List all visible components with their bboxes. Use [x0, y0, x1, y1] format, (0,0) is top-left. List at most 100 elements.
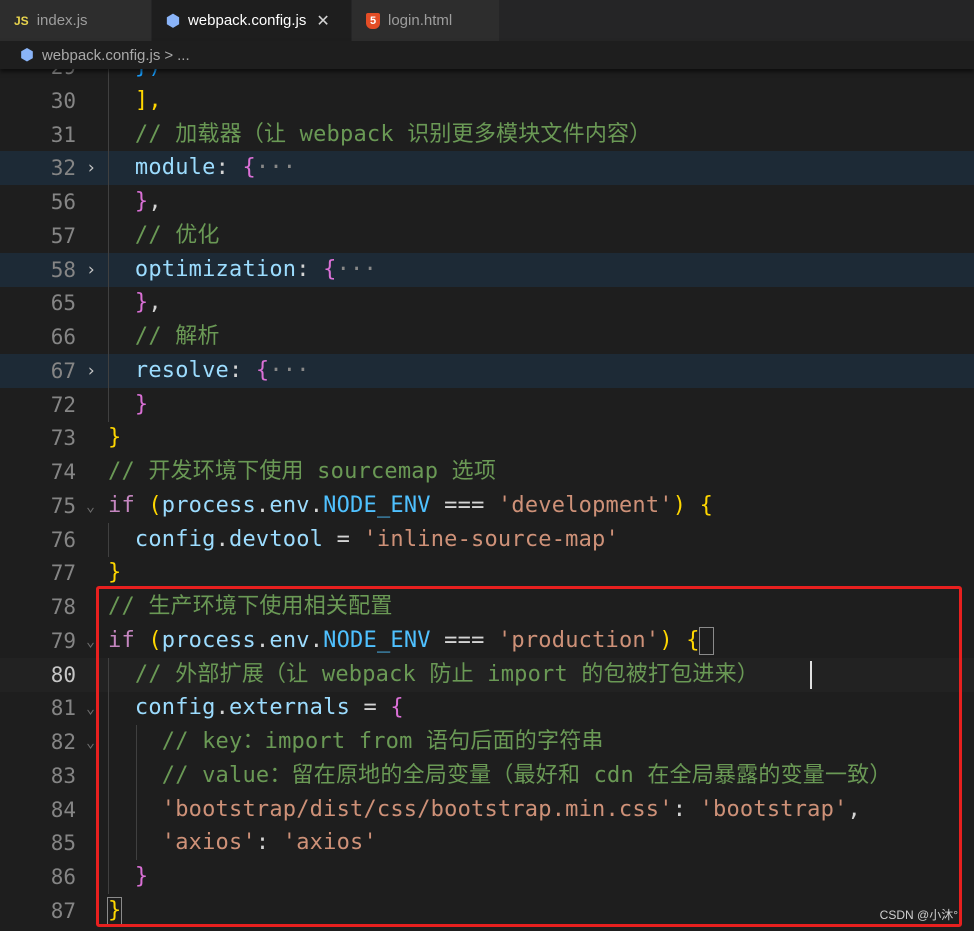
line-number: 72: [50, 392, 76, 417]
line-number: 77: [50, 561, 76, 586]
code-token: devtool: [229, 526, 324, 552]
code-token: }: [108, 290, 149, 316]
watermark: CSDN @小沐°: [879, 908, 958, 922]
code-line[interactable]: 74 // 开发环境下使用 sourcemap 选项: [0, 455, 974, 489]
line-number: 31: [50, 122, 76, 147]
line-number: 76: [50, 527, 76, 552]
code-text: // 开发环境下使用 sourcemap 选项: [108, 459, 496, 485]
close-icon[interactable]: ✕: [316, 11, 329, 31]
code-line[interactable]: 72 }: [0, 387, 974, 422]
code-token: }: [108, 425, 122, 451]
code-token: env: [269, 492, 310, 518]
code-token: 'development': [497, 492, 673, 518]
chevron-right-icon: >: [164, 46, 174, 64]
code-token: {: [323, 256, 337, 282]
code-line[interactable]: 67 › resolve: {···: [0, 353, 974, 388]
line-number: 85: [50, 831, 76, 856]
breadcrumb: ⬢ webpack.config.js > ...: [0, 41, 974, 69]
code-token: ],: [108, 87, 162, 113]
code-token: }: [108, 560, 122, 586]
line-number: 78: [50, 595, 76, 619]
code-token: :: [296, 256, 324, 282]
code-token: ): [672, 492, 687, 518]
code-token: =: [323, 526, 364, 552]
fold-expanded-icon[interactable]: ⌄: [86, 695, 95, 721]
line-number: 66: [50, 325, 76, 349]
code-line[interactable]: 66 // 解析: [0, 320, 974, 354]
code-token: 'inline-source-map': [363, 526, 619, 552]
code-line[interactable]: 31 // 加载器（让 webpack 识别更多模块文件内容）: [0, 117, 974, 152]
line-number: 57: [50, 223, 76, 248]
code-line[interactable]: 75 ⌄ if (process.env.NODE_ENV === 'develop…: [0, 489, 974, 523]
code-token: }: [108, 189, 149, 214]
code-line[interactable]: 30 ],: [0, 83, 974, 118]
fold-collapsed-icon[interactable]: ›: [86, 358, 96, 384]
code-line[interactable]: 76 config.devtool = 'inline-source-map': [0, 522, 974, 557]
javascript-file-icon: JS: [14, 13, 29, 28]
tab-bar: JS index.js ⬢ webpack.config.js ✕ 5 logi…: [0, 0, 974, 41]
fold-collapsed-icon[interactable]: ›: [86, 257, 96, 283]
code-token: ,: [148, 290, 162, 316]
code-line[interactable]: 56 },: [0, 185, 974, 219]
code-token: optimization: [108, 256, 297, 282]
line-number: 75: [50, 493, 76, 518]
code-token: .: [255, 492, 270, 518]
code-text: optimization: {···: [108, 257, 377, 283]
code-token: config: [108, 526, 216, 552]
tab-webpack-config-js[interactable]: ⬢ webpack.config.js ✕: [152, 0, 352, 41]
line-number: 32: [50, 156, 76, 181]
tab-label: index.js: [36, 12, 88, 29]
code-line[interactable]: 73}: [0, 421, 974, 455]
tab-index-js[interactable]: JS index.js: [0, 0, 152, 41]
line-number: 56: [50, 190, 76, 214]
line-number: 30: [50, 88, 76, 113]
code-line[interactable]: 57 // 优化: [0, 218, 974, 253]
code-text: },: [108, 189, 162, 215]
line-number: 73: [50, 426, 76, 451]
code-text: module: {···: [108, 155, 296, 181]
code-token: resolve: [108, 357, 230, 383]
code-token: {: [699, 492, 714, 518]
line-number: 67: [50, 358, 76, 383]
tab-label: login.html: [388, 12, 453, 29]
code-token: ···: [269, 357, 310, 383]
html5-file-icon: 5: [366, 12, 380, 29]
code-token: // 开发环境下使用 sourcemap 选项: [108, 459, 497, 484]
fold-expanded-icon[interactable]: ⌄: [86, 628, 95, 654]
code-text: },: [108, 290, 162, 316]
code-token: ,: [148, 189, 162, 214]
line-number: 79: [50, 628, 76, 653]
code-token: NODE_ENV: [323, 492, 431, 518]
breadcrumb-more[interactable]: ...: [177, 47, 190, 64]
code-line[interactable]: 65 },: [0, 286, 974, 321]
code-text: resolve: {···: [108, 358, 310, 384]
webpack-file-icon: ⬢: [166, 12, 180, 30]
code-line[interactable]: 32 › module: {···: [0, 151, 974, 186]
code-text: }: [108, 425, 121, 451]
line-number: 87: [50, 898, 76, 923]
fold-expanded-icon[interactable]: ⌄: [86, 729, 95, 755]
highlight-annotation-box: [96, 586, 962, 927]
code-text: }: [108, 560, 121, 586]
code-token: // 解析: [108, 324, 220, 349]
breadcrumb-file[interactable]: webpack.config.js: [42, 47, 160, 64]
code-token: ===: [430, 492, 498, 518]
code-text: // 解析: [108, 324, 220, 350]
fold-collapsed-icon[interactable]: ›: [86, 155, 96, 181]
tab-login-html[interactable]: 5 login.html: [352, 0, 500, 41]
code-token: :: [215, 155, 243, 181]
fold-expanded-icon[interactable]: ⌄: [86, 493, 95, 519]
code-text: }: [108, 392, 148, 418]
code-token: :: [229, 357, 256, 383]
code-token: (: [148, 492, 162, 518]
tab-label: webpack.config.js: [187, 12, 307, 29]
code-token: // 优化: [108, 222, 220, 248]
code-text: config.devtool = 'inline-source-map': [108, 527, 619, 553]
code-line[interactable]: 58 › optimization: {···: [0, 252, 974, 287]
code-token: {: [255, 357, 270, 383]
code-token: }: [108, 391, 149, 417]
code-token: // 加载器（让 webpack 识别更多模块文件内容）: [108, 121, 652, 147]
line-number: 58: [50, 257, 76, 282]
